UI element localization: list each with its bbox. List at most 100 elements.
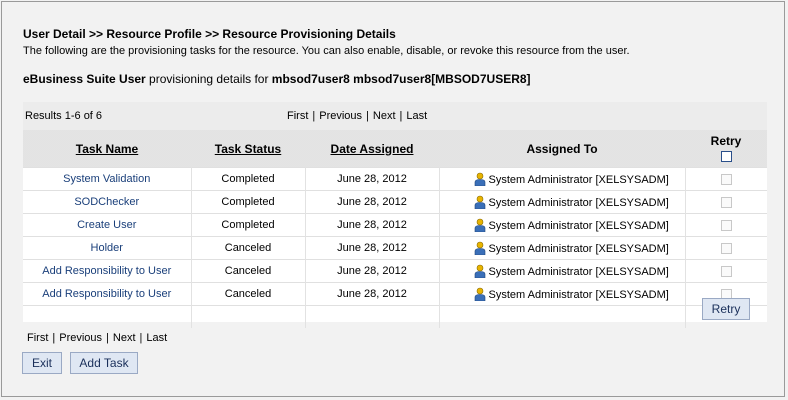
pager-previous-link[interactable]: Previous — [319, 110, 362, 122]
person-icon — [474, 172, 486, 187]
tasks-table: Task Name Task Status Date Assigned Assi… — [23, 130, 767, 328]
footer-cell — [305, 305, 440, 328]
task-name-link[interactable]: Add Responsibility to User — [42, 265, 171, 277]
breadcrumb: User Detail >> Resource Profile >> Resou… — [23, 27, 396, 41]
pager-separator: | — [312, 110, 316, 122]
date-assigned-cell: June 28, 2012 — [305, 259, 440, 283]
assigned-to-cell: System Administrator [XELSYSADM] — [439, 190, 686, 214]
retry-checkbox[interactable] — [720, 196, 732, 208]
pager-next-link[interactable]: Next — [373, 110, 396, 122]
date-assigned-cell: June 28, 2012 — [305, 167, 440, 191]
table-row: Holder Canceled June 28, 2012 System Admini… — [23, 236, 767, 260]
header-task-name[interactable]: Task Name — [23, 130, 191, 168]
person-icon — [474, 218, 486, 233]
pager-previous-link[interactable]: Previous — [59, 332, 102, 344]
person-icon — [474, 287, 486, 302]
retry-cell — [685, 167, 767, 191]
pager-first-link[interactable]: First — [287, 110, 308, 122]
pager-separator: | — [399, 110, 403, 122]
pager-first-link[interactable]: First — [27, 332, 48, 344]
pager-last-link[interactable]: Last — [146, 332, 167, 344]
results-count: Results 1-6 of 6 — [25, 110, 103, 122]
task-status-cell: Canceled — [191, 259, 306, 283]
task-status-cell: Completed — [191, 190, 306, 214]
exit-button[interactable]: Exit — [22, 352, 62, 374]
assigned-to-text: System Administrator [XELSYSADM] — [488, 243, 669, 255]
table-row: Create User Completed June 28, 2012 System … — [23, 213, 767, 237]
results-bar: Results 1-6 of 6 First | Previous | Next | Las… — [23, 102, 767, 130]
add-task-button[interactable]: Add Task — [70, 352, 138, 374]
assigned-to-cell: System Administrator [XELSYSADM] — [439, 167, 686, 191]
retry-cell — [685, 259, 767, 283]
provisioning-subtitle: eBusiness Suite User provisioning detail… — [23, 72, 531, 86]
header-task-status[interactable]: Task Status — [191, 130, 305, 168]
date-assigned-cell: June 28, 2012 — [305, 236, 440, 260]
task-rows: System Validation Completed June 28, 2012 S… — [23, 167, 767, 328]
assigned-to-cell: System Administrator [XELSYSADM] — [439, 236, 686, 260]
table-row: SODChecker Completed June 28, 2012 System A… — [23, 190, 767, 214]
retry-cell — [685, 236, 767, 260]
task-status-cell: Completed — [191, 167, 306, 191]
retry-header-label: Retry — [710, 134, 742, 149]
task-name-cell: SODChecker — [23, 190, 192, 214]
footer-cell — [23, 305, 192, 328]
assigned-to-text: System Administrator [XELSYSADM] — [488, 266, 669, 278]
task-name-link[interactable]: Holder — [91, 242, 123, 254]
task-name-cell: Create User — [23, 213, 192, 237]
instructions-text: The following are the provisioning tasks… — [23, 45, 630, 57]
retry-cell — [685, 190, 767, 214]
assigned-to-cell: System Administrator [XELSYSADM] — [439, 213, 686, 237]
pager-separator: | — [139, 332, 143, 344]
table-row: Add Responsibility to User Canceled June 2… — [23, 259, 767, 283]
date-assigned-cell: June 28, 2012 — [305, 282, 440, 306]
header-assigned-to: Assigned To — [439, 130, 685, 168]
subtitle-middle: provisioning details for — [145, 72, 272, 86]
pager-separator: | — [106, 332, 109, 344]
user-name: mbsod7user8 mbsod7user8[MBSOD7USER8] — [271, 72, 531, 86]
task-status-cell: Canceled — [191, 236, 306, 260]
task-status-cell: Canceled — [191, 282, 306, 306]
person-icon — [474, 264, 486, 279]
footer-cell — [439, 305, 686, 328]
header-date-assigned[interactable]: Date Assigned — [305, 130, 439, 168]
retry-cell — [685, 213, 767, 237]
table-row: System Validation Completed June 28, 2012 S… — [23, 167, 767, 191]
task-name-link[interactable]: System Validation — [63, 173, 150, 185]
table-header-row: Task Name Task Status Date Assigned Assi… — [23, 130, 767, 168]
task-name-link[interactable]: Add Responsibility to User — [42, 288, 171, 300]
task-name-cell: System Validation — [23, 167, 192, 191]
retry-checkbox[interactable] — [720, 242, 732, 254]
sort-task-status[interactable]: Task Status — [215, 142, 281, 156]
header-retry: Retry — [685, 130, 767, 168]
person-icon — [474, 195, 486, 210]
resource-name: eBusiness Suite User — [23, 72, 146, 86]
pager-bottom: First | Previous | Next | Last — [27, 332, 167, 344]
retry-button[interactable]: Retry — [702, 298, 750, 320]
select-all-retry-checkbox[interactable] — [720, 150, 732, 162]
table-footer-row — [23, 305, 767, 328]
pager-last-link[interactable]: Last — [406, 110, 427, 122]
task-name-cell: Add Responsibility to User — [23, 282, 192, 306]
retry-checkbox[interactable] — [720, 173, 732, 185]
sort-date-assigned[interactable]: Date Assigned — [331, 142, 414, 156]
results-panel: Results 1-6 of 6 First | Previous | Next | Las… — [23, 102, 767, 328]
task-status-cell: Completed — [191, 213, 306, 237]
task-name-cell: Add Responsibility to User — [23, 259, 192, 283]
assigned-to-text: System Administrator [XELSYSADM] — [488, 174, 669, 186]
pager-next-link[interactable]: Next — [113, 332, 136, 344]
retry-checkbox[interactable] — [720, 265, 732, 277]
assigned-to-cell: System Administrator [XELSYSADM] — [439, 259, 686, 283]
assigned-to-text: System Administrator [XELSYSADM] — [488, 220, 669, 232]
task-name-link[interactable]: Create User — [77, 219, 136, 231]
task-name-cell: Holder — [23, 236, 192, 260]
table-row: Add Responsibility to User Canceled June 2… — [23, 282, 767, 306]
footer-cell — [191, 305, 306, 328]
person-icon — [474, 241, 486, 256]
assigned-to-text: System Administrator [XELSYSADM] — [488, 289, 669, 301]
assigned-to-cell: System Administrator [XELSYSADM] — [439, 282, 686, 306]
date-assigned-cell: June 28, 2012 — [305, 213, 440, 237]
task-name-link[interactable]: SODChecker — [74, 196, 139, 208]
sort-task-name[interactable]: Task Name — [76, 142, 138, 156]
retry-checkbox[interactable] — [720, 219, 732, 231]
pager-separator: | — [366, 110, 369, 122]
